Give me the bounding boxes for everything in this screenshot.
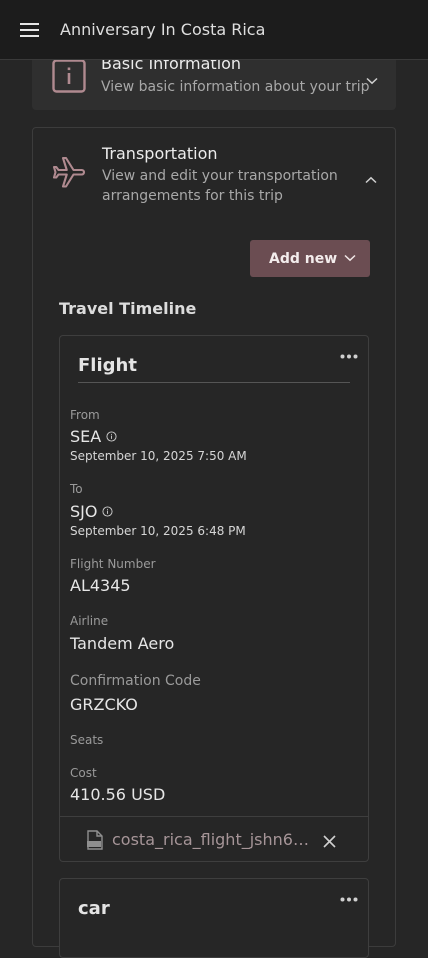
from-value: SEA xyxy=(70,427,117,446)
chevron-up-icon[interactable] xyxy=(365,169,377,188)
travel-timeline-title: Travel Timeline xyxy=(59,299,197,318)
chevron-down-icon[interactable] xyxy=(366,70,378,89)
car-segment-card: car xyxy=(59,878,369,958)
airline-value: Tandem Aero xyxy=(70,634,175,653)
from-airport-code: SEA xyxy=(70,427,102,446)
attachment-row: costa_rica_flight_jshn69j... xyxy=(60,816,368,861)
top-app-bar: Anniversary In Costa Rica xyxy=(0,0,428,60)
hamburger-menu-icon[interactable] xyxy=(0,0,60,60)
to-label: To xyxy=(70,482,83,496)
attachment-filename-link[interactable]: costa_rica_flight_jshn69j... xyxy=(112,830,312,849)
cost-value: 410.56 USD xyxy=(70,785,166,804)
to-datetime: September 10, 2025 6:48 PM xyxy=(70,524,246,538)
confirmation-code-label: Confirmation Code xyxy=(70,673,201,689)
transportation-section: Transportation View and edit your transp… xyxy=(32,127,396,958)
pdf-file-icon xyxy=(86,830,104,854)
cost-label: Cost xyxy=(70,766,97,780)
more-options-icon[interactable] xyxy=(340,887,358,906)
more-options-icon[interactable] xyxy=(340,344,358,363)
airline-label: Airline xyxy=(70,614,109,628)
info-icon xyxy=(52,59,86,97)
to-airport-code: SJO xyxy=(70,502,98,521)
close-icon[interactable] xyxy=(323,833,336,852)
transportation-title: Transportation xyxy=(102,144,218,163)
to-value: SJO xyxy=(70,502,114,521)
info-circle-icon[interactable] xyxy=(106,431,117,442)
app-title: Anniversary In Costa Rica xyxy=(60,20,266,39)
basic-information-subtitle: View basic information about your trip xyxy=(101,79,370,95)
segment-type-title: Flight xyxy=(78,355,137,376)
flight-number-value: AL4345 xyxy=(70,576,131,595)
segment-type-title: car xyxy=(78,898,110,919)
flight-number-label: Flight Number xyxy=(70,557,156,571)
transportation-subtitle: View and edit your transportation arrang… xyxy=(102,168,338,204)
title-divider xyxy=(78,382,350,383)
flight-segment-card: Flight From SEA September 10, 2025 7:50 … xyxy=(59,335,369,862)
from-label: From xyxy=(70,408,100,422)
add-new-label: Add new xyxy=(269,250,338,267)
from-datetime: September 10, 2025 7:50 AM xyxy=(70,449,247,463)
confirmation-code-value: GRZCKO xyxy=(70,695,138,714)
info-circle-icon[interactable] xyxy=(102,506,114,517)
seats-label: Seats xyxy=(70,733,104,747)
chevron-down-icon xyxy=(344,254,356,262)
add-new-button[interactable]: Add new xyxy=(250,240,370,277)
airplane-icon xyxy=(50,155,88,195)
